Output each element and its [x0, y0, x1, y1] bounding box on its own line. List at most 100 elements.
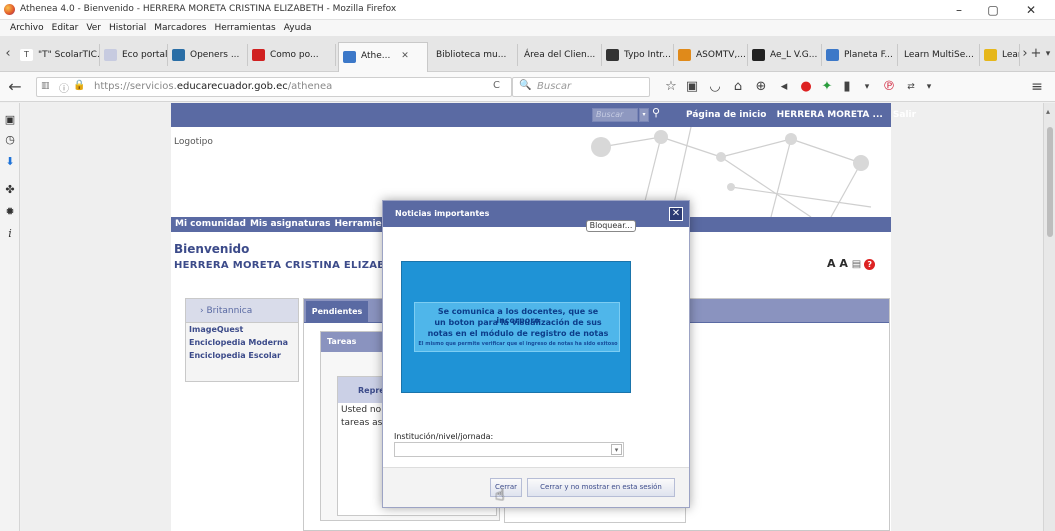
minimize-button[interactable]: – [947, 2, 971, 18]
notice-line-3: notas en el módulo de registro de notas [427, 329, 609, 338]
menu-item-enciclopedia-moderna[interactable]: Enciclopedia Moderna [186, 336, 298, 349]
important-news-dialog: Noticias importantes ✕ Bloquear... Se co… [382, 200, 690, 508]
tab-label: "T" ScolarTIC... [38, 50, 100, 60]
menu-herramientas[interactable]: Herramientas [214, 20, 275, 36]
reader-mode-icon[interactable]: ▥ [41, 81, 50, 91]
chevron-down-icon[interactable]: ▾ [611, 444, 622, 455]
help-icon[interactable]: ? [864, 259, 876, 270]
tab-openers[interactable]: Openers ... [168, 44, 248, 66]
sidebar-toggle-icon[interactable]: ▣ [3, 113, 17, 127]
logout-link[interactable]: Salir [893, 110, 916, 120]
puzzle-icon[interactable]: ✤ [3, 183, 17, 197]
menu-marcadores[interactable]: Marcadores [154, 20, 206, 36]
tab-learn[interactable]: Learn [980, 44, 1020, 66]
url-bar[interactable]: ▥ ⓘ 🔒 https://servicios.educarecuador.go… [36, 77, 512, 97]
bookmark-star-icon[interactable]: ☆ [662, 78, 680, 96]
tab-biblioteca[interactable]: Biblioteca mu... [430, 44, 518, 66]
search-bar[interactable]: 🔍 Buscar [512, 77, 650, 97]
history-icon[interactable]: ⊕ [752, 78, 770, 96]
tab-strip: ‹ T "T" ScolarTIC... Eco portal Openers … [0, 36, 1055, 72]
menu-ayuda[interactable]: Ayuda [284, 20, 312, 36]
tab-eco-portal[interactable]: Eco portal [100, 44, 168, 66]
close-dont-show-button[interactable]: Cerrar y no mostrar en esta sesión [527, 478, 675, 497]
tabs-scroll-right-icon[interactable]: › [1020, 45, 1030, 63]
menu-ver[interactable]: Ver [86, 20, 101, 36]
resource-menu: › Britannica ImageQuest Enciclopedia Mod… [185, 298, 299, 382]
font-size-toggle-icon[interactable]: A A [827, 257, 848, 270]
hamburger-menu-icon[interactable]: ≡ [1028, 78, 1046, 96]
new-tab-button[interactable]: + [1030, 45, 1042, 63]
puzzle-extension-icon[interactable]: ✦ [818, 78, 836, 96]
search-icon: 🔍 [519, 80, 532, 91]
notice-image: Se comunica a los docentes, que se incor… [401, 261, 631, 393]
back-arrow-icon[interactable]: ← [6, 78, 24, 96]
home-page-link[interactable]: Página de inicio [686, 110, 766, 120]
tab-label: ASOMTV,... [696, 50, 746, 60]
send-icon[interactable]: ◂ [775, 78, 793, 96]
logo-placeholder: Logotipo [174, 137, 213, 147]
close-window-button[interactable]: ✕ [1019, 2, 1043, 18]
more-tools-icon[interactable]: ⇄ [902, 78, 920, 96]
block-popup-tooltip[interactable]: Bloquear... [586, 220, 636, 232]
url-text[interactable]: https://servicios.educarecuador.gob.ec/a… [94, 81, 332, 92]
tab-pendientes[interactable]: Pendientes [306, 301, 368, 323]
dialog-title: Noticias importantes [395, 209, 490, 218]
tab-label: Ae_L V.G... [770, 50, 818, 60]
dropdown-icon[interactable]: ▾ [858, 78, 876, 96]
info-italic-icon[interactable]: i [3, 227, 17, 241]
tab-ae-lvg[interactable]: Ae_L V.G... [748, 44, 822, 66]
gear-icon[interactable]: ✹ [3, 205, 17, 219]
scolartic-favicon-icon: T [20, 49, 33, 61]
tab-close-icon[interactable]: ✕ [401, 51, 409, 61]
adblock-icon[interactable]: ● [797, 78, 815, 96]
tab-label: Athe... [361, 51, 391, 61]
tab-list-icon[interactable]: ▾ [1042, 45, 1054, 63]
tab-label: Como po... [270, 50, 319, 60]
menu-archivo[interactable]: Archivo [10, 20, 44, 36]
download-icon[interactable]: ⬇ [3, 155, 17, 169]
menu-historial[interactable]: Historial [109, 20, 146, 36]
nav-mis-asignaturas[interactable]: Mis asignaturas [250, 217, 331, 232]
nav-mi-comunidad[interactable]: Mi comunidad [175, 217, 246, 232]
clock-icon[interactable]: ◷ [3, 133, 17, 147]
scrollbar-thumb[interactable] [1047, 127, 1053, 237]
overflow-dropdown-icon[interactable]: ▾ [920, 78, 938, 96]
phone-icon[interactable]: ▮ [838, 78, 856, 96]
home-icon[interactable]: ⌂ [729, 78, 747, 96]
asomtv-favicon-icon [678, 49, 691, 61]
tab-typo-intr[interactable]: Typo Intr... [602, 44, 674, 66]
scroll-up-icon[interactable]: ▴ [1046, 107, 1050, 116]
pocket-icon[interactable]: ◡ [706, 78, 724, 96]
tab-athenea[interactable]: Athe... ✕ [338, 42, 428, 72]
menu-editar[interactable]: Editar [52, 20, 79, 36]
britannica-menu-header[interactable]: › Britannica [186, 299, 298, 323]
pinterest-icon[interactable]: ℗ [880, 78, 898, 96]
hand-cursor-icon: ☝ [495, 485, 505, 504]
institution-field-label: Institución/nivel/jornada: [394, 432, 494, 441]
info-icon[interactable]: ⓘ [59, 80, 69, 95]
typo-favicon-icon [606, 49, 619, 61]
navigation-bar: ← ▥ ⓘ 🔒 https://servicios.educarecuador.… [0, 72, 1055, 102]
tab-planeta[interactable]: Planeta F... [822, 44, 898, 66]
dialog-close-icon[interactable]: ✕ [669, 207, 683, 221]
tabs-scroll-left-icon[interactable]: ‹ [2, 45, 14, 63]
site-search-input[interactable]: Buscar [592, 108, 638, 122]
reload-icon[interactable]: C [493, 80, 500, 91]
tab-scolartic[interactable]: T "T" ScolarTIC... [16, 44, 100, 66]
tab-como-po[interactable]: Como po... [248, 44, 336, 66]
institution-select[interactable]: ▾ [394, 442, 624, 457]
tab-learn-multise[interactable]: Learn MultiSe... [898, 44, 980, 66]
maximize-button[interactable]: ▢ [981, 2, 1005, 18]
menu-item-imagequest[interactable]: ImageQuest [186, 323, 298, 336]
clipboard-icon[interactable]: ▣ [683, 78, 701, 96]
tab-asomtv[interactable]: ASOMTV,... [674, 44, 748, 66]
user-name-link[interactable]: HERRERA MORETA ... [777, 110, 883, 120]
accessibility-tools: A A ▤? [827, 257, 876, 270]
tab-area-cliente[interactable]: Área del Clien... [518, 44, 602, 66]
site-search-dropdown-icon[interactable]: ▾ [639, 108, 649, 122]
page-scrollbar[interactable]: ▴ [1043, 103, 1055, 531]
print-icon[interactable]: ▤ [852, 259, 861, 270]
site-search-icon[interactable]: ⚲ [652, 106, 660, 119]
menu-item-enciclopedia-escolar[interactable]: Enciclopedia Escolar [186, 349, 298, 362]
pencil-favicon-icon [984, 49, 997, 61]
